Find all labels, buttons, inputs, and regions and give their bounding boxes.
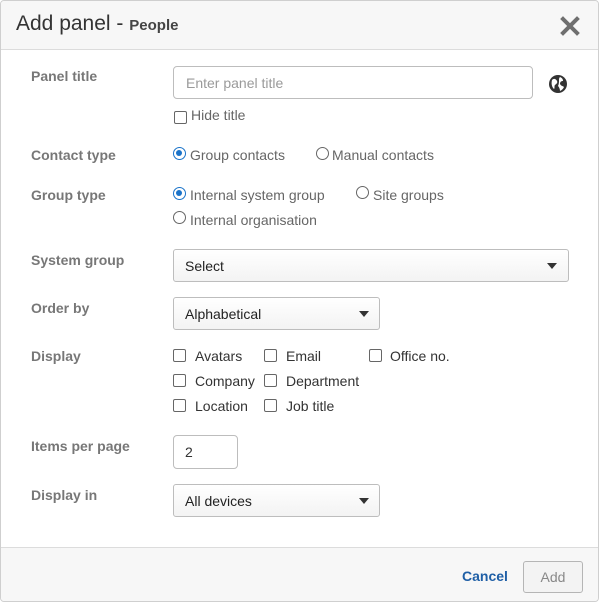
chevron-down-icon: [359, 498, 369, 504]
job-title-checkbox[interactable]: [264, 399, 277, 412]
email-label: Email: [286, 348, 322, 364]
display-label: Display: [31, 348, 81, 364]
display-in-select[interactable]: All devices: [173, 484, 380, 517]
location-checkbox[interactable]: [173, 399, 186, 412]
globe-icon: [549, 75, 567, 93]
items-per-page-input[interactable]: [173, 435, 238, 469]
avatars-label: Avatars: [195, 348, 243, 364]
order-by-label: Order by: [31, 300, 90, 316]
group-type-label: Group type: [31, 187, 106, 203]
office-no-checkbox[interactable]: [369, 349, 382, 362]
panel-title-label: Panel title: [31, 68, 98, 84]
items-per-page-label: Items per page: [31, 438, 130, 454]
hide-title-label: Hide title: [191, 107, 246, 123]
contact-type-label: Contact type: [31, 147, 116, 163]
system-group-select[interactable]: Select: [173, 249, 569, 282]
dialog-subtitle: People: [129, 17, 179, 34]
system-group-value: Select: [185, 258, 224, 274]
order-by-select[interactable]: Alphabetical: [173, 297, 380, 330]
panel-title-input[interactable]: [173, 66, 533, 99]
display-in-label: Display in: [31, 487, 98, 503]
internal-organisation-radio[interactable]: [173, 211, 186, 224]
add-button[interactable]: Add: [523, 561, 583, 593]
department-label: Department: [286, 373, 360, 389]
close-button[interactable]: [558, 14, 582, 38]
language-button[interactable]: [548, 74, 568, 94]
dialog-title: Add panel - People: [16, 12, 178, 36]
office-no-label: Office no.: [390, 348, 450, 364]
system-group-label: System group: [31, 252, 125, 268]
job-title-label: Job title: [286, 398, 335, 414]
group-contacts-label: Group contacts: [190, 147, 285, 163]
add-panel-dialog: Add panel - People Panel title Hide titl…: [0, 0, 599, 602]
chevron-down-icon: [359, 311, 369, 317]
manual-contacts-label: Manual contacts: [332, 147, 434, 163]
site-groups-label: Site groups: [373, 187, 444, 203]
cancel-button[interactable]: Cancel: [462, 568, 508, 584]
internal-system-group-radio[interactable]: [173, 187, 186, 200]
close-x-icon: [560, 16, 580, 36]
internal-system-group-label: Internal system group: [190, 187, 325, 203]
dialog-title-text: Add panel -: [16, 12, 124, 35]
department-checkbox[interactable]: [264, 374, 277, 387]
group-contacts-radio[interactable]: [173, 147, 186, 160]
dialog-footer: Cancel Add: [1, 547, 598, 601]
company-checkbox[interactable]: [173, 374, 186, 387]
site-groups-radio[interactable]: [356, 186, 369, 199]
company-label: Company: [195, 373, 255, 389]
email-checkbox[interactable]: [264, 349, 277, 362]
chevron-down-icon: [547, 263, 557, 269]
dialog-header: Add panel - People: [1, 1, 598, 50]
avatars-checkbox[interactable]: [173, 349, 186, 362]
order-by-value: Alphabetical: [185, 306, 262, 322]
internal-organisation-label: Internal organisation: [190, 212, 317, 228]
location-label: Location: [195, 398, 248, 414]
manual-contacts-radio[interactable]: [316, 147, 329, 160]
hide-title-checkbox[interactable]: [174, 111, 187, 124]
display-in-value: All devices: [185, 493, 252, 509]
